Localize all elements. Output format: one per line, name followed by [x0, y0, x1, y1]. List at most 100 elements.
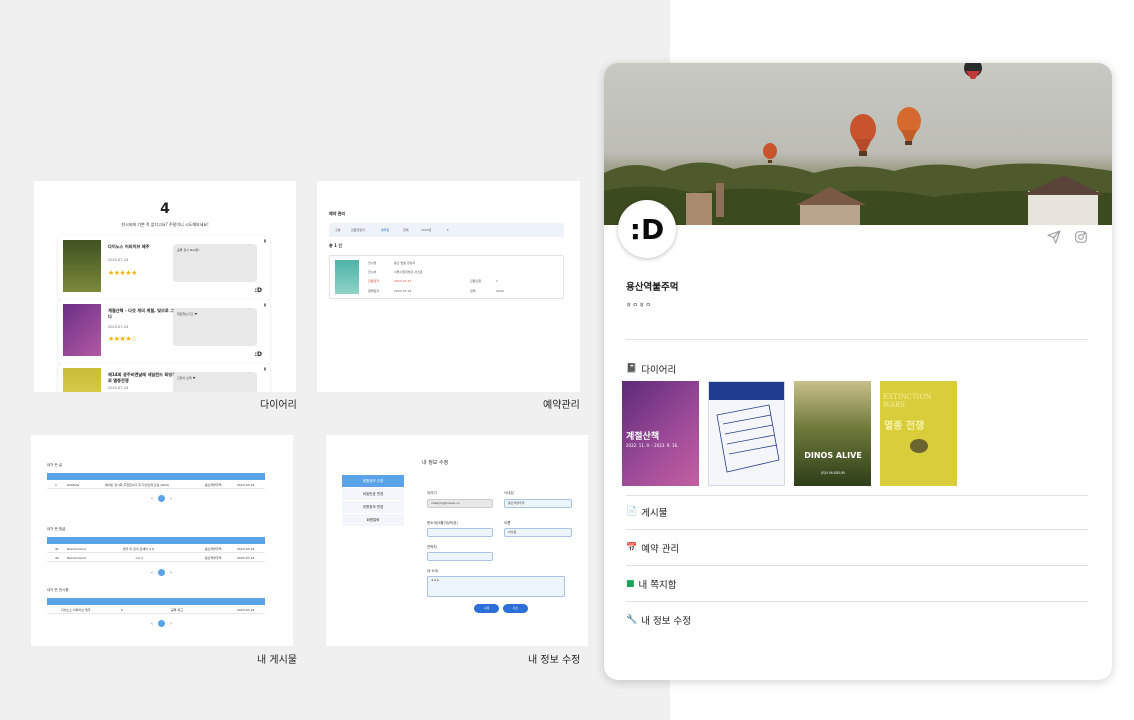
submit-button[interactable]: 수정: [474, 604, 499, 613]
diary-poster[interactable]: DINOS ALIVE JEJU MUSEUM: [794, 381, 871, 486]
section-label: 내가 쓴 글: [47, 463, 63, 467]
phone-field[interactable]: [427, 552, 493, 561]
field-label: 이름: [504, 521, 511, 525]
hot-air-balloon: [964, 63, 982, 79]
profile-avatar[interactable]: :D: [618, 200, 676, 258]
notebook-icon: 📓: [626, 364, 638, 374]
diary-poster[interactable]: 계절산책 2022. 11. 9. - 2023. 9. 16.: [622, 381, 699, 486]
reservation-filter[interactable]: 구분 관람전일자 예약일 전체 2023년 ▾: [329, 223, 564, 237]
hot-air-balloon: [897, 107, 921, 145]
divider: [626, 495, 1088, 496]
divider: [626, 601, 1088, 602]
entry-memo: 공룡 정시 Nez닭!: [173, 244, 257, 282]
res-label: 금액: [470, 289, 476, 293]
reservation-count: 총 1 건: [329, 243, 342, 248]
profile-card: :D 용산역불주먹 ㅎㅇㅎㅇ 📓 다이어리 계절산책 2022. 11. 9. …: [604, 63, 1112, 680]
cell: 공룡 최고: [171, 608, 183, 612]
reservation-screenshot: 예약 관리 구분 관람전일자 예약일 전체 2023년 ▾ 총 1 건 전시명 …: [317, 181, 580, 392]
res-value: 1: [496, 279, 498, 283]
poster-subtitle: EXTINCTION WARS: [883, 393, 932, 409]
filter-option[interactable]: 관람전일자: [351, 228, 365, 232]
pagination[interactable]: ‹ ›: [151, 569, 172, 576]
menu-posts[interactable]: 📄 게시물: [626, 505, 667, 519]
res-value: 2023-07-27: [394, 279, 412, 283]
table-header: [47, 537, 265, 544]
about-field[interactable]: ㅎㅎㅎ: [427, 576, 565, 597]
message-icon: ■: [626, 579, 635, 589]
trash-icon[interactable]: ▮: [264, 238, 266, 243]
pagination[interactable]: ‹ ›: [151, 495, 172, 502]
cancel-button[interactable]: 취소: [503, 604, 528, 613]
chevron-down-icon[interactable]: ▾: [447, 228, 449, 232]
cell: 2023-07-24: [237, 547, 255, 551]
table-row[interactable]: 다이노스 어라이브 제주 5 공룡 최고 2023-07-24: [47, 606, 265, 614]
cell: 2023-07-24: [237, 608, 255, 612]
cell: 법주 미 장미 관새이 ㅎㅎ: [123, 547, 155, 551]
filter-select[interactable]: 2023년: [421, 228, 431, 232]
pagination[interactable]: ‹ ›: [151, 620, 172, 627]
table-row[interactable]: 1 6005ide 에너빈 전시회 추천합니다 후 다인인제 관보 (Post)…: [47, 481, 265, 489]
caption-diary: 다이어리: [260, 400, 297, 411]
trash-icon[interactable]: ▮: [264, 366, 266, 371]
section-label: 내가 쓴 댓글: [47, 527, 66, 531]
menu-label: 내 정보 수정: [641, 616, 691, 627]
intro-field[interactable]: [427, 528, 493, 537]
name-field[interactable]: 이사람: [504, 528, 572, 537]
wrench-icon: 🔧: [626, 615, 638, 625]
poster-artwork: [716, 404, 780, 473]
poster-thumbnail: [63, 368, 101, 392]
menu-reservations[interactable]: 📅 예약 관리: [626, 541, 679, 555]
balloon-landscape-image: [604, 63, 1112, 225]
diary-count: 4: [160, 201, 170, 217]
menu-change-password[interactable]: 비밀번호 변경: [342, 488, 404, 500]
entry-memo: 재밌었는다고 ♥: [173, 308, 257, 346]
menu-messages[interactable]: ■ 내 쪽지함: [626, 577, 677, 591]
res-label: 결제일자: [368, 289, 380, 293]
reservation-card[interactable]: 전시명 용산 법원 앙상리 전시처 서울시립미술관 서소문 관람일자 2023-…: [329, 255, 564, 299]
id-field[interactable]: o0ailyrig@naver.co: [427, 499, 493, 508]
filter-label: 구분: [335, 228, 341, 232]
nickname-field[interactable]: 용산역불주먹: [504, 499, 572, 508]
table-row[interactable]: 42 Recommend ㅋㅋㅋ 용산역불주먹 2023-07-24: [47, 554, 265, 562]
diary-entry[interactable]: 다이노스 어라이브 제주 2023-07-24 ★★★★★ 공룡 정시 Nez닭…: [58, 236, 270, 300]
trash-icon[interactable]: ▮: [264, 302, 266, 307]
table-row[interactable]: 41 Recommend 법주 미 장미 관새이 ㅎㅎ 용산역불주먹 2023-…: [47, 545, 265, 553]
send-icon[interactable]: [1046, 229, 1063, 245]
diary-poster[interactable]: [708, 381, 785, 486]
field-label: 닉네임: [504, 491, 514, 495]
entry-logo: :D: [254, 351, 262, 358]
menu-edit-info[interactable]: 🔧 내 정보 수정: [626, 613, 691, 627]
board-screenshot: 내가 쓴 글 1 6005ide 에너빈 전시회 추천합니다 후 다인인제 관보…: [31, 435, 293, 646]
table-header: [47, 598, 265, 605]
entry-date: 2023-07-24: [108, 386, 129, 390]
diary-entry[interactable]: 계절산책 - 다섯 개의 계절, 빛으로 그리다 2023-07-24 ★★★★…: [58, 300, 270, 364]
poster-subtitle: 2022. 11. 9. - 2023. 9. 16.: [626, 443, 679, 448]
menu-withdraw[interactable]: 회원탈퇴: [342, 514, 404, 526]
res-label: 관람일자: [368, 279, 380, 283]
menu-diary[interactable]: 📓 다이어리: [626, 362, 676, 376]
cell: 용산역불주먹: [205, 556, 222, 560]
poster-subtitle: JEJU MUSEUM: [821, 471, 845, 475]
cell: 41: [55, 547, 59, 551]
field-label: 아이디: [427, 491, 437, 495]
menu-change-preference[interactable]: 취향정보 변경: [342, 501, 404, 513]
cell: 다이노스 어라이브 제주: [61, 608, 91, 612]
instagram-icon[interactable]: [1074, 229, 1090, 245]
entry-memo: 긴장이 브레 ♥: [173, 372, 257, 392]
filter-option[interactable]: 전체: [403, 228, 409, 232]
res-label: 전시명: [368, 261, 377, 265]
caption-board: 내 게시물: [257, 655, 297, 666]
diary-entry[interactable]: 제14회 광주비엔날레 세일런드 회빙으로 멸종전쟁 2023-07-24 긴장…: [58, 364, 270, 392]
res-value: 서울시립미술관 서소문: [394, 270, 423, 274]
entry-date: 2023-07-24: [108, 325, 129, 329]
diary-poster[interactable]: EXTINCTION WARS 멸종 전쟁: [880, 381, 957, 486]
poster-title: DINOS ALIVE: [804, 451, 862, 460]
filter-option[interactable]: 예약일: [381, 228, 389, 232]
field-label: 내 소개: [427, 569, 438, 573]
cell: 용산역불주먹: [205, 483, 222, 487]
menu-edit-profile[interactable]: 회원정보 수정: [342, 475, 404, 487]
entry-stars: ★★★★☆: [108, 335, 137, 343]
divider: [626, 565, 1088, 566]
res-value: 용산 법원 앙상리: [394, 261, 416, 265]
cell: 1: [55, 483, 57, 487]
